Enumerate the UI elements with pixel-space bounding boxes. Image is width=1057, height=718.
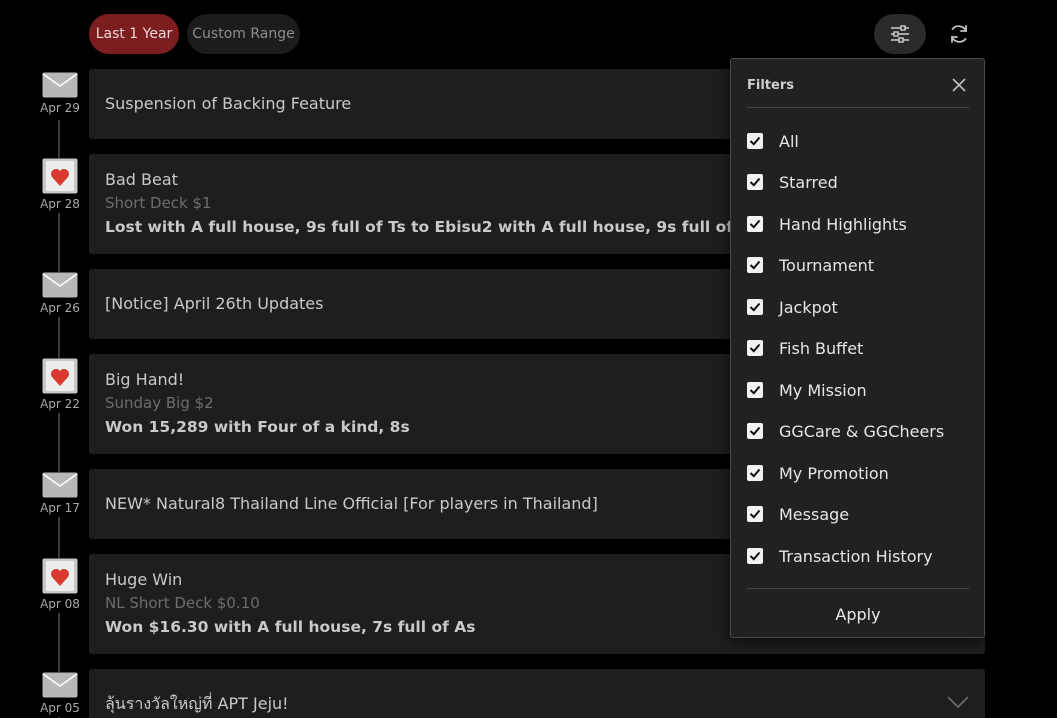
- filter-option-all[interactable]: All: [747, 126, 969, 156]
- envelope-icon: [42, 672, 78, 698]
- divider: [747, 107, 969, 108]
- check-icon: [749, 426, 761, 436]
- timeline-marker: Apr 26: [38, 272, 82, 317]
- timeline-date: Apr 26: [40, 301, 80, 315]
- check-icon: [749, 343, 761, 353]
- list-item[interactable]: ลุ้นรางวัลใหญ่ที่ APT Jeju!: [89, 669, 985, 718]
- filter-option-tournament[interactable]: Tournament: [747, 250, 969, 280]
- filter-option-hand-highlights[interactable]: Hand Highlights: [747, 209, 969, 239]
- checkbox[interactable]: [747, 216, 763, 232]
- filter-button[interactable]: [874, 14, 926, 54]
- checkbox[interactable]: [747, 133, 763, 149]
- filter-option-jackpot[interactable]: Jackpot: [747, 292, 969, 322]
- apply-button[interactable]: Apply: [747, 599, 969, 629]
- notification-history-page: Last 1 Year Custom Range Apr 29 Suspensi…: [0, 0, 1057, 718]
- chevron-down-icon[interactable]: [947, 695, 969, 709]
- filter-option-ggcare[interactable]: GGCare & GGCheers: [747, 416, 969, 446]
- envelope-icon: [42, 472, 78, 498]
- checkbox[interactable]: [747, 340, 763, 356]
- checkbox[interactable]: [747, 506, 763, 522]
- timeline-date: Apr 08: [40, 597, 80, 611]
- divider: [747, 588, 969, 589]
- heart-card-icon: [42, 158, 78, 194]
- filter-label: Fish Buffet: [779, 338, 864, 358]
- timeline-marker: Apr 28: [38, 158, 82, 213]
- checkbox[interactable]: [747, 257, 763, 273]
- filter-option-my-promotion[interactable]: My Promotion: [747, 458, 969, 488]
- item-title: [Notice] April 26th Updates: [105, 294, 324, 313]
- filter-label: My Promotion: [779, 463, 889, 483]
- timeline-marker: Apr 05: [38, 672, 82, 717]
- item-title: Suspension of Backing Feature: [105, 94, 352, 113]
- filter-label: Hand Highlights: [779, 214, 907, 234]
- timeline-date: Apr 05: [40, 701, 80, 715]
- check-icon: [749, 219, 761, 229]
- envelope-icon: [42, 72, 78, 98]
- close-icon: [952, 78, 966, 92]
- check-icon: [749, 468, 761, 478]
- timeline-marker: Apr 29: [38, 72, 82, 117]
- timeline-date: Apr 29: [40, 101, 80, 115]
- check-icon: [749, 385, 761, 395]
- close-button[interactable]: [949, 75, 969, 95]
- filter-option-fish-buffet[interactable]: Fish Buffet: [747, 333, 969, 363]
- last-1-year-button[interactable]: Last 1 Year: [89, 14, 179, 54]
- timeline-marker: Apr 22: [38, 358, 82, 413]
- filter-label: Starred: [779, 172, 838, 192]
- filters-title: Filters: [747, 78, 794, 93]
- timeline-date: Apr 22: [40, 397, 80, 411]
- check-icon: [749, 551, 761, 561]
- heart-card-icon: [42, 358, 78, 394]
- refresh-button[interactable]: [940, 16, 978, 52]
- filters-panel: Filters All Starred Hand Highlights Tour…: [730, 58, 985, 638]
- check-icon: [749, 302, 761, 312]
- item-title: ลุ้นรางวัลใหญ่ที่ APT Jeju!: [105, 694, 289, 713]
- refresh-icon: [951, 25, 967, 43]
- checkbox[interactable]: [747, 423, 763, 439]
- checkbox[interactable]: [747, 382, 763, 398]
- timeline-marker: Apr 08: [38, 558, 82, 613]
- filter-label: Tournament: [779, 255, 875, 275]
- checkbox[interactable]: [747, 299, 763, 315]
- checkbox[interactable]: [747, 465, 763, 481]
- filter-label: Jackpot: [779, 297, 838, 317]
- heart-card-icon: [42, 558, 78, 594]
- filter-option-starred[interactable]: Starred: [747, 167, 969, 197]
- check-icon: [749, 260, 761, 270]
- filter-label: My Mission: [779, 380, 867, 400]
- filter-option-message[interactable]: Message: [747, 499, 969, 529]
- filter-label: All: [779, 131, 799, 151]
- filter-label: Transaction History: [779, 546, 933, 566]
- filter-label: Message: [779, 504, 850, 524]
- checkbox[interactable]: [747, 174, 763, 190]
- timeline-marker: Apr 17: [38, 472, 82, 517]
- check-icon: [749, 177, 761, 187]
- timeline-date: Apr 28: [40, 197, 80, 211]
- sliders-icon: [891, 25, 909, 43]
- filter-option-my-mission[interactable]: My Mission: [747, 375, 969, 405]
- item-title: NEW* Natural8 Thailand Line Official [Fo…: [105, 494, 598, 513]
- check-icon: [749, 136, 761, 146]
- custom-range-button[interactable]: Custom Range: [187, 14, 300, 54]
- filter-label: GGCare & GGCheers: [779, 421, 945, 441]
- checkbox[interactable]: [747, 548, 763, 564]
- filter-option-transaction-history[interactable]: Transaction History: [747, 541, 969, 571]
- check-icon: [749, 509, 761, 519]
- envelope-icon: [42, 272, 78, 298]
- timeline-date: Apr 17: [40, 501, 80, 515]
